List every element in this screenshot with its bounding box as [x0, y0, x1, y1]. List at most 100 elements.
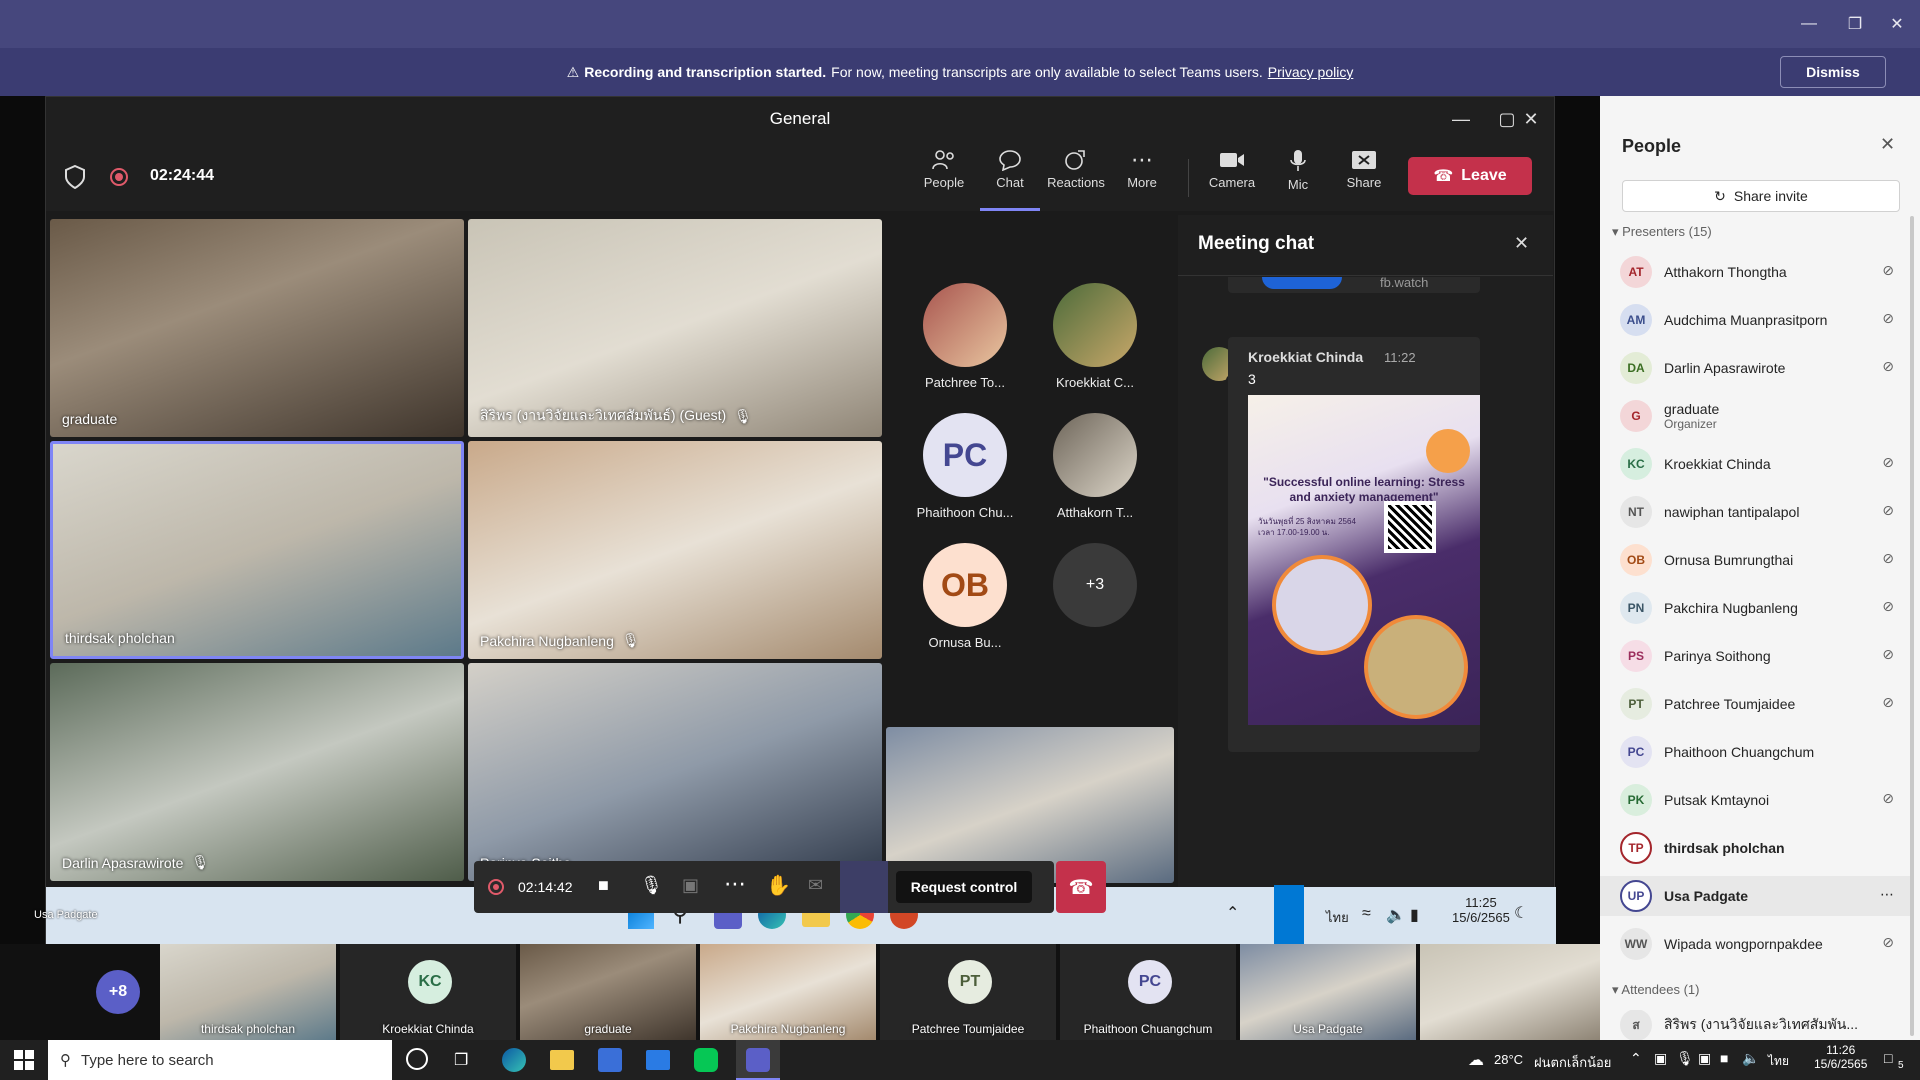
video-tile[interactable]: สิริพร (งานวิจัยและวิเทศสัมพันธ์) (Guest…: [468, 219, 882, 437]
hangup-button[interactable]: ☎: [1056, 861, 1106, 913]
participant-row[interactable]: WW Wipada wongpornpakdee ⊘: [1620, 924, 1910, 964]
participant-row[interactable]: AM Audchima Muanprasitporn ⊘: [1620, 300, 1910, 340]
store-icon[interactable]: [598, 1048, 622, 1072]
mic-button[interactable]: Mic: [1268, 149, 1328, 205]
filmstrip-tile[interactable]: thirdsak pholchan: [160, 944, 336, 1040]
roster-overflow[interactable]: +3: [1040, 543, 1150, 635]
more-button[interactable]: ⋯ More: [1112, 149, 1172, 205]
share-screen-icon[interactable]: ▣: [682, 875, 699, 896]
video-tile[interactable]: graduate: [50, 219, 464, 437]
participant-row[interactable]: ส สิริพร (งานวิจัยและวิเทศสัมพัน...: [1620, 1010, 1910, 1040]
network-icon[interactable]: ▣: [1698, 1050, 1711, 1067]
more-options-icon[interactable]: ⋯: [1880, 886, 1894, 903]
people-icon[interactable]: [840, 861, 888, 913]
participant-row[interactable]: DA Darlin Apasrawirote ⊘: [1620, 348, 1910, 388]
leave-button[interactable]: ☎ Leave: [1408, 157, 1532, 195]
participant-row[interactable]: PK Putsak Kmtaynoi ⊘: [1620, 780, 1910, 820]
mic-off-icon[interactable]: 🎙: [640, 875, 663, 896]
weather-icon[interactable]: ☁: [1468, 1050, 1484, 1070]
participant-row[interactable]: TP thirdsak pholchan: [1620, 828, 1910, 868]
filmstrip-tile[interactable]: Pakchira Nugbanleng: [700, 944, 876, 1040]
filmstrip-tile[interactable]: Usa Padgate: [1240, 944, 1416, 1040]
share-invite-button[interactable]: ↻ Share invite: [1622, 180, 1900, 212]
video-tile[interactable]: Pakchira Nugbanleng 🎙: [468, 441, 882, 659]
participant-row[interactable]: AT Atthakorn Thongtha ⊘: [1620, 252, 1910, 292]
roster-item[interactable]: Patchree To...: [910, 283, 1020, 390]
close-icon[interactable]: ✕: [1874, 0, 1920, 48]
file-explorer-icon[interactable]: [550, 1050, 574, 1070]
cortana-icon[interactable]: [406, 1048, 428, 1070]
participant-row[interactable]: NT nawiphan tantipalapol ⊘: [1620, 492, 1910, 532]
tray-chevron-icon[interactable]: ⌃: [1630, 1050, 1642, 1067]
participant-row[interactable]: PT Patchree Toumjaidee ⊘: [1620, 684, 1910, 724]
camera-icon[interactable]: ■: [598, 875, 609, 896]
filmstrip-overflow[interactable]: +8: [0, 944, 160, 1040]
participant-row[interactable]: UP Usa Padgate ⋯: [1600, 876, 1910, 916]
tray-language[interactable]: ไทย: [1768, 1052, 1789, 1071]
weather-text[interactable]: ฝนตกเล็กน้อย: [1534, 1052, 1611, 1073]
tray-language[interactable]: ไทย: [1326, 907, 1349, 928]
filmstrip-tile[interactable]: graduate: [520, 944, 696, 1040]
edge-icon[interactable]: [502, 1048, 526, 1072]
tray-app-icon[interactable]: ■: [1720, 1050, 1728, 1066]
roster-item[interactable]: Kroekkiat C...: [1040, 283, 1150, 390]
notification-icon[interactable]: □: [1884, 1050, 1892, 1066]
people-close-icon[interactable]: ✕: [1880, 134, 1895, 155]
tray-app-icon[interactable]: ▣: [1654, 1050, 1667, 1067]
mic-icon[interactable]: 🎙: [1676, 1050, 1694, 1067]
volume-icon[interactable]: 🔈: [1386, 905, 1406, 925]
taskbar-search[interactable]: ⚲ Type here to search: [48, 1040, 392, 1080]
poster-image[interactable]: "Successful online learning: Stress and …: [1248, 395, 1480, 725]
participant-row[interactable]: PS Parinya Soithong ⊘: [1620, 636, 1910, 676]
teams-taskbar-button[interactable]: [736, 1040, 780, 1080]
filmstrip-tile[interactable]: [1420, 944, 1600, 1040]
attendees-header[interactable]: ▾ Attendees (1): [1612, 982, 1699, 998]
mail-icon[interactable]: [646, 1050, 670, 1070]
raise-hand-icon[interactable]: ✋: [766, 873, 791, 898]
filmstrip-tile[interactable]: PT Patchree Toumjaidee: [880, 944, 1056, 1040]
dismiss-button[interactable]: Dismiss: [1780, 56, 1886, 88]
focus-icon[interactable]: ☾: [1514, 903, 1528, 923]
video-tile[interactable]: Darlin Apasrawirote 🎙: [50, 663, 464, 881]
dictation-mic-icon[interactable]: [1274, 885, 1304, 945]
roster-item[interactable]: OB Ornusa Bu...: [910, 543, 1020, 650]
taskbar-clock[interactable]: 11:26 15/6/2565: [1814, 1043, 1867, 1071]
request-control-button[interactable]: Request control: [896, 871, 1032, 903]
volume-icon[interactable]: 🔈: [1742, 1050, 1759, 1067]
more-icon[interactable]: ⋯: [724, 871, 746, 897]
reactions-button[interactable]: Reactions: [1046, 149, 1106, 205]
tray-chevron-icon[interactable]: ⌃: [1226, 903, 1239, 923]
shield-icon[interactable]: [64, 164, 86, 194]
restore-icon[interactable]: ❐: [1832, 0, 1878, 48]
windows-start-icon[interactable]: [14, 1050, 34, 1070]
video-tile-active-speaker[interactable]: thirdsak pholchan: [50, 441, 464, 659]
chat-button[interactable]: Chat: [980, 149, 1040, 211]
roster-item[interactable]: Atthakorn T...: [1040, 413, 1150, 520]
participant-row[interactable]: PC Phaithoon Chuangchum: [1620, 732, 1910, 772]
filmstrip-tile[interactable]: PC Phaithoon Chuangchum: [1060, 944, 1236, 1040]
inner-clock[interactable]: 11:25 15/6/2565: [1452, 895, 1510, 925]
participant-row[interactable]: KC Kroekkiat Chinda ⊘: [1620, 444, 1910, 484]
minimize-icon[interactable]: —: [1786, 0, 1832, 48]
task-view-icon[interactable]: ❐: [454, 1050, 468, 1070]
participant-row[interactable]: Ggraduate Organizer: [1620, 396, 1910, 436]
privacy-link[interactable]: Privacy policy: [1268, 64, 1354, 80]
participant-row[interactable]: PN Pakchira Nugbanleng ⊘: [1620, 588, 1910, 628]
presenters-header[interactable]: ▾ Presenters (15): [1612, 224, 1712, 240]
wifi-icon[interactable]: ≈: [1362, 905, 1371, 923]
chat-close-icon[interactable]: ✕: [1514, 233, 1529, 254]
filmstrip-tile[interactable]: KC Kroekkiat Chinda: [340, 944, 516, 1040]
people-button[interactable]: People: [914, 149, 974, 205]
video-tile[interactable]: Parinya Soitho: [468, 663, 882, 881]
battery-icon[interactable]: ▮: [1410, 905, 1419, 925]
camera-button[interactable]: Camera: [1202, 149, 1262, 205]
share-button[interactable]: Share: [1334, 149, 1394, 205]
window-minimize-icon[interactable]: —: [1438, 97, 1484, 141]
chat-icon[interactable]: ✉: [808, 875, 823, 896]
window-close-icon[interactable]: ✕: [1508, 97, 1554, 141]
self-view-tile[interactable]: [886, 727, 1174, 883]
line-icon[interactable]: [694, 1048, 718, 1072]
roster-item[interactable]: PC Phaithoon Chu...: [910, 413, 1020, 520]
participant-row[interactable]: OB Ornusa Bumrungthai ⊘: [1620, 540, 1910, 580]
people-scrollbar[interactable]: [1910, 216, 1914, 1036]
